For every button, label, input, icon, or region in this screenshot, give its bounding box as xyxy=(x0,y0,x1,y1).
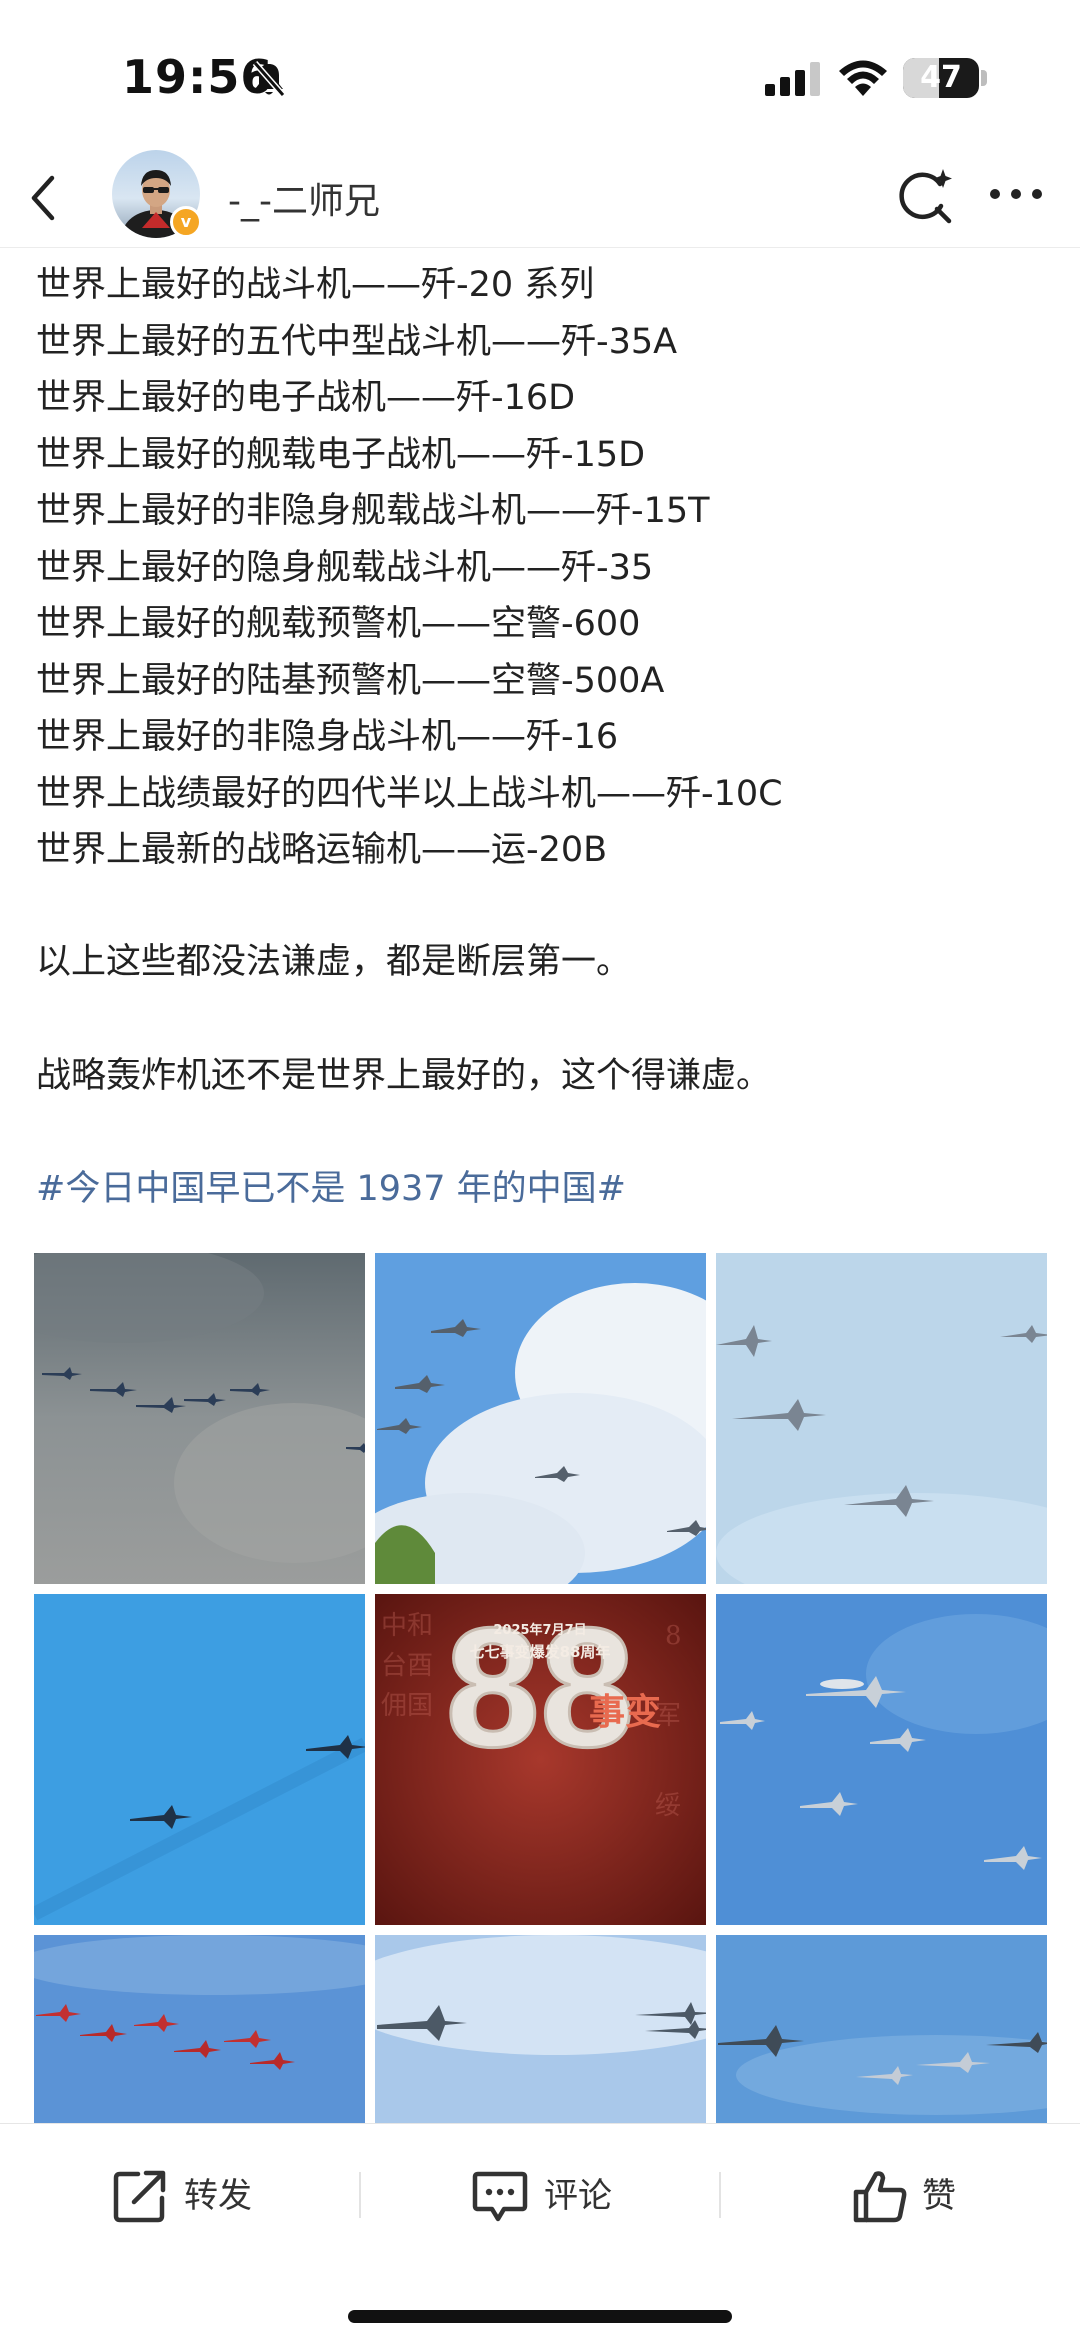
comment-button[interactable]: 评论 xyxy=(360,2124,720,2264)
battery-icon: 47 xyxy=(903,58,979,98)
comment-icon xyxy=(472,2171,528,2222)
action-bar: 转发 评论 赞 xyxy=(0,2123,1080,2263)
svg-text:绥: 绥 xyxy=(655,1791,681,1821)
post-image-2[interactable] xyxy=(375,1253,706,1584)
nav-header: v -_-二师兄 xyxy=(0,150,1080,248)
post-line: 世界上最好的舰载预警机——空警-600 xyxy=(36,604,641,644)
svg-text:台酉: 台酉 xyxy=(381,1651,433,1681)
post-text: 世界上最好的战斗机——歼-20 系列 世界上最好的五代中型战斗机——歼-35A … xyxy=(36,257,1046,879)
post-image-3[interactable] xyxy=(716,1253,1047,1584)
post-line: 世界上战绩最好的四代半以上战斗机——歼-10C xyxy=(36,773,783,814)
like-label: 赞 xyxy=(922,2176,956,2216)
poster-title: 七七事变爆发88周年 xyxy=(470,1643,611,1661)
post-line: 世界上最新的战略运输机——运-20B xyxy=(36,830,608,870)
post-paragraph: 以上这些都没法谦虚，都是断层第一。 xyxy=(36,942,632,982)
status-time: 19:56 xyxy=(122,50,274,104)
post-image-8[interactable] xyxy=(375,1935,706,2123)
like-button[interactable]: 赞 xyxy=(720,2124,1080,2264)
repost-button[interactable]: 转发 xyxy=(0,2124,360,2264)
post-image-9[interactable] xyxy=(716,1935,1047,2123)
cellular-signal-icon xyxy=(765,62,820,96)
battery-cap xyxy=(981,70,987,86)
post-line: 世界上最好的隐身舰载战斗机——歼-35 xyxy=(36,547,654,588)
post-line: 世界上最好的非隐身战斗机——歼-16 xyxy=(36,717,619,757)
post-image-1[interactable] xyxy=(34,1253,365,1584)
post-image-6[interactable] xyxy=(716,1594,1047,1925)
search-sparkle-icon[interactable] xyxy=(896,166,954,226)
post-line: 世界上最好的舰载电子战机——歼-15D xyxy=(36,434,646,475)
post-line: 世界上最好的陆基预警机——空警-500A xyxy=(36,660,665,701)
post-paragraph: 战略轰炸机还不是世界上最好的，这个得谦虚。 xyxy=(36,1056,772,1096)
image-grid: 中和 台酉 佣国 8军绥 88 2025年7月7日 七七事变爆发88周年 事变 xyxy=(34,1253,1048,2123)
thumbs-up-icon xyxy=(853,2171,907,2223)
verified-badge: v xyxy=(170,206,202,238)
post-image-7[interactable] xyxy=(34,1935,365,2123)
post-image-4[interactable] xyxy=(34,1594,365,1925)
back-icon[interactable] xyxy=(22,170,66,226)
home-indicator xyxy=(348,2310,732,2323)
battery-percent: 47 xyxy=(920,60,962,95)
svg-text:中和: 中和 xyxy=(381,1611,433,1641)
post-image-poster[interactable]: 中和 台酉 佣国 8军绥 88 2025年7月7日 七七事变爆发88周年 事变 xyxy=(375,1594,706,1925)
repost-icon xyxy=(113,2170,166,2223)
post-line: 世界上最好的五代中型战斗机——歼-35A xyxy=(36,321,678,362)
post-line: 世界上最好的非隐身舰载战斗机——歼-15T xyxy=(36,491,710,531)
hashtag-link[interactable]: #今日中国早已不是 1937 年的中国# xyxy=(36,1161,626,1217)
poster-heading: 事变 xyxy=(589,1691,661,1733)
comment-label: 评论 xyxy=(544,2176,612,2216)
more-icon[interactable] xyxy=(988,186,1044,202)
post-line: 世界上最好的战斗机——歼-20 系列 xyxy=(36,265,595,305)
username[interactable]: -_-二师兄 xyxy=(228,172,380,224)
status-bar: 19:56 47 xyxy=(0,0,1080,150)
svg-text:8: 8 xyxy=(665,1621,682,1651)
poster-date: 2025年7月7日 xyxy=(493,1622,586,1638)
post-line: 世界上最好的电子战机——歼-16D xyxy=(36,378,576,418)
svg-text:佣国: 佣国 xyxy=(381,1691,433,1721)
wifi-icon xyxy=(839,60,887,96)
repost-label: 转发 xyxy=(184,2176,252,2216)
bell-slash-icon xyxy=(252,61,286,97)
